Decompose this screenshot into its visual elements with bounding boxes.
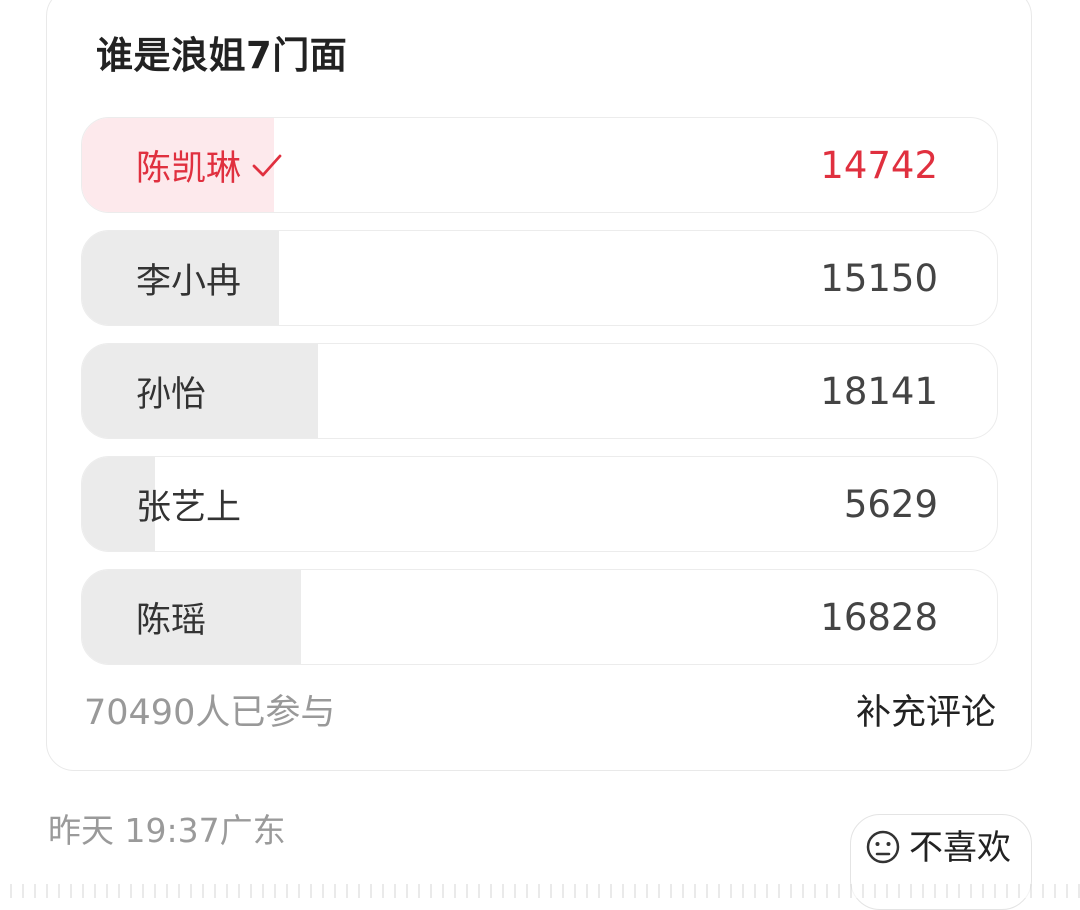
poll-title: 谁是浪姐7门面 <box>96 34 348 77</box>
poll-option-label: 李小冉 <box>136 261 242 302</box>
bottom-fade <box>0 884 1080 898</box>
participant-count: 70490人已参与 <box>84 693 336 733</box>
poll-option-label: 孙怡 <box>136 374 207 415</box>
add-comment-button[interactable]: 补充评论 <box>856 688 996 738</box>
poll-option-count: 5629 <box>843 482 938 526</box>
poll-option[interactable]: 陈瑶 16828 <box>81 569 998 665</box>
poll-option-count: 14742 <box>820 143 938 187</box>
poll-option-count: 16828 <box>820 595 938 639</box>
poll-option[interactable]: 张艺上 5629 <box>81 456 998 552</box>
post-time: 昨天 19:37广东 <box>48 811 286 850</box>
poll-option-count: 15150 <box>820 256 938 300</box>
dislike-label: 不喜欢 <box>909 828 1011 868</box>
poll-option[interactable]: 李小冉 15150 <box>81 230 998 326</box>
poll-option-count: 18141 <box>820 369 938 413</box>
poll-option[interactable]: 陈凯琳 14742 <box>81 117 998 213</box>
poll-option-label: 张艺上 <box>136 487 242 528</box>
poll-option-label: 陈瑶 <box>136 600 207 641</box>
check-icon <box>252 154 282 177</box>
poll-option[interactable]: 孙怡 18141 <box>81 343 998 439</box>
poll-option-label: 陈凯琳 <box>136 148 242 189</box>
confused-face-icon <box>866 830 900 864</box>
